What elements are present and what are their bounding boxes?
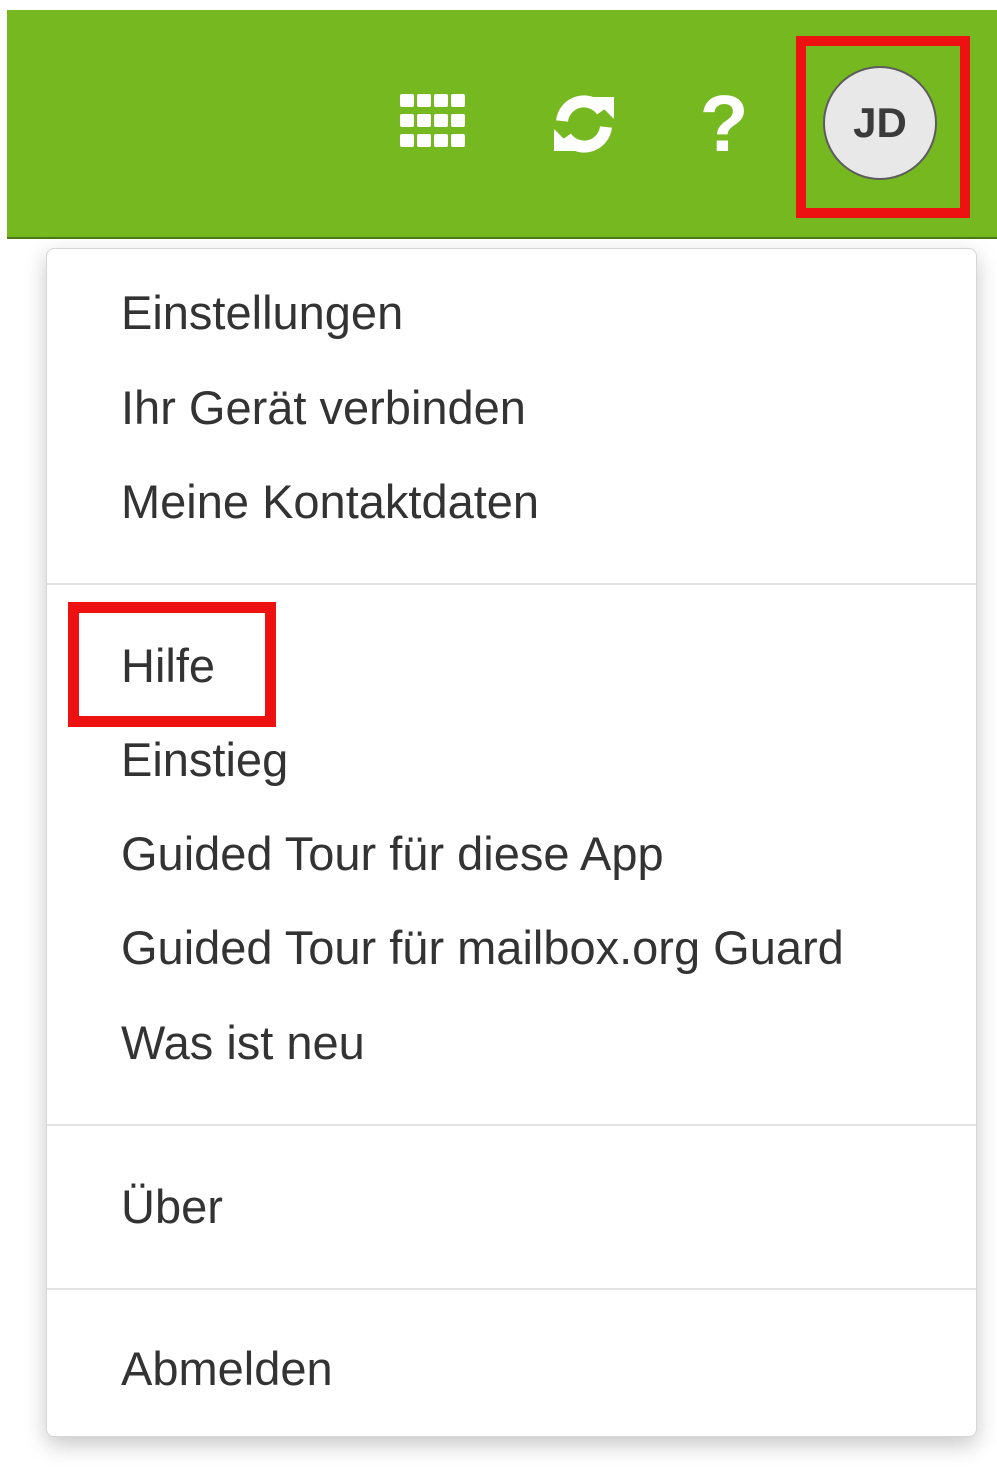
menu-item-guided-tour-app[interactable]: Guided Tour für diese App [121, 824, 664, 884]
question-mark-icon: ? [699, 79, 749, 168]
refresh-icon [554, 95, 614, 153]
help-button[interactable]: ? [688, 84, 760, 164]
page: ? JD Einstellungen Ihr Gerät verbinden M… [0, 0, 997, 1479]
menu-item-logout[interactable]: Abmelden [121, 1339, 333, 1399]
menu-item-contact-data[interactable]: Meine Kontaktdaten [121, 472, 539, 532]
menu-item-whats-new[interactable]: Was ist neu [121, 1013, 365, 1073]
menu-item-guided-tour-guard[interactable]: Guided Tour für mailbox.org Guard [121, 918, 844, 978]
user-avatar-button[interactable]: JD [823, 66, 937, 180]
menu-divider [47, 583, 976, 585]
menu-item-einstellungen[interactable]: Einstellungen [121, 283, 403, 343]
menu-divider [47, 1288, 976, 1290]
menu-item-einstieg[interactable]: Einstieg [121, 730, 288, 790]
apps-launcher-button[interactable] [393, 86, 473, 156]
menu-item-hilfe[interactable]: Hilfe [121, 636, 215, 696]
menu-item-about[interactable]: Über [121, 1177, 223, 1237]
grid-icon [400, 94, 465, 147]
account-dropdown-menu: Einstellungen Ihr Gerät verbinden Meine … [46, 248, 977, 1437]
menu-divider [47, 1124, 976, 1126]
menu-item-connect-device[interactable]: Ihr Gerät verbinden [121, 378, 526, 438]
refresh-button[interactable] [544, 86, 624, 162]
